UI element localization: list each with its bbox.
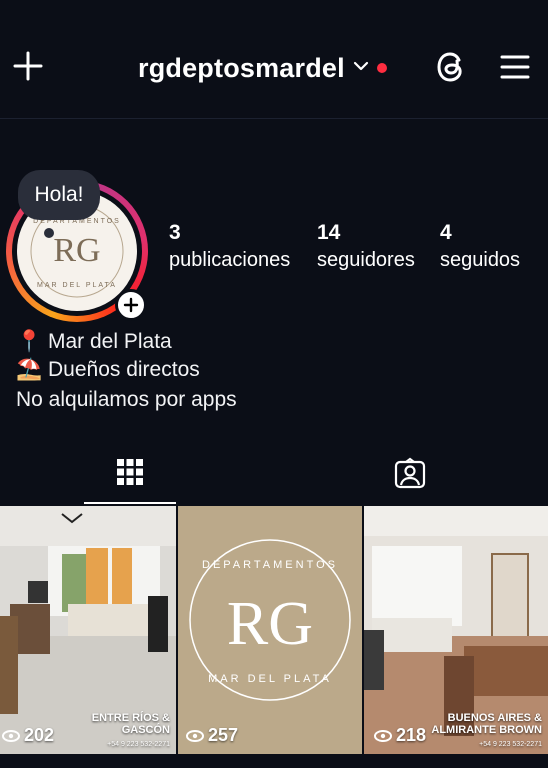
pin-icon: 📍 (16, 330, 43, 353)
phone-label: +54 9 223 532-2271 (479, 741, 542, 748)
top-bar: rgdeptosmardel (0, 0, 548, 119)
location-label: ENTRE RÍOS & GASCÓN (91, 712, 170, 736)
post-thumbnail[interactable]: 202 ENTRE RÍOS & GASCÓN +54 9 223 532-22… (0, 506, 176, 754)
svg-text:DEPARTAMENTOS: DEPARTAMENTOS (202, 559, 338, 571)
bio-text: Dueños directos (48, 358, 200, 381)
stat-label: seguidos (440, 249, 521, 271)
stat-following[interactable]: 4 seguidos (440, 220, 520, 274)
bio-text: Mar del Plata (48, 330, 172, 353)
chevron-down-icon (353, 59, 369, 77)
post-thumbnail[interactable]: 218 BUENOS AIRES & ALMIRANTE BROWN +54 9… (364, 506, 548, 754)
svg-text:MAR DEL PLATA: MAR DEL PLATA (37, 282, 117, 289)
phone-label: +54 9 223 532-2271 (107, 741, 170, 748)
profile-tabs (0, 442, 548, 504)
bio-text: No alquilamos por apps (16, 388, 237, 411)
play-views-icon (186, 729, 204, 742)
view-count: 257 (186, 725, 238, 746)
threads-icon[interactable] (432, 48, 470, 86)
umbrella-icon: ⛱️ (16, 358, 43, 381)
bio-line: ⛱️ Dueños directos (16, 358, 200, 382)
plus-icon (123, 297, 139, 313)
svg-text:RG: RG (53, 232, 100, 269)
location-label: BUENOS AIRES & ALMIRANTE BROWN (431, 712, 542, 736)
stat-posts[interactable]: 3 publicaciones (169, 220, 290, 274)
note-bubble[interactable]: Hola! (18, 170, 100, 220)
svg-text:RG: RG (227, 590, 313, 658)
view-count: 202 (2, 725, 54, 746)
note-text: Hola! (34, 183, 84, 206)
username: rgdeptosmardel (138, 52, 345, 83)
stat-value: 3 (169, 221, 181, 244)
add-story-button[interactable] (115, 289, 147, 321)
tab-posts-grid[interactable] (84, 442, 176, 504)
play-views-icon (374, 729, 392, 742)
note-tail (44, 228, 54, 238)
tab-tagged[interactable] (364, 442, 456, 504)
stat-value: 14 (317, 221, 341, 244)
grid-icon (117, 459, 143, 485)
view-count: 218 (374, 725, 426, 746)
play-views-icon (2, 729, 20, 742)
bio-line: 📍 Mar del Plata (16, 330, 172, 354)
post-thumbnail[interactable]: RG DEPARTAMENTOS MAR DEL PLATA 257 (178, 506, 362, 754)
stat-followers[interactable]: 14 seguidores (317, 220, 415, 274)
bio-line: No alquilamos por apps (16, 388, 237, 412)
svg-text:MAR DEL PLATA: MAR DEL PLATA (208, 673, 332, 685)
account-switcher[interactable]: rgdeptosmardel (138, 50, 387, 86)
stat-label: publicaciones (169, 249, 291, 271)
stat-label: seguidores (317, 249, 415, 271)
tagged-icon (394, 457, 426, 489)
stat-value: 4 (440, 221, 452, 244)
posts-grid: 202 ENTRE RÍOS & GASCÓN +54 9 223 532-22… (0, 506, 548, 768)
notification-dot (376, 63, 387, 73)
rg-logo: RG DEPARTAMENTOS MAR DEL PLATA (178, 506, 362, 754)
menu-icon[interactable] (496, 48, 534, 86)
plus-icon[interactable] (10, 48, 46, 84)
